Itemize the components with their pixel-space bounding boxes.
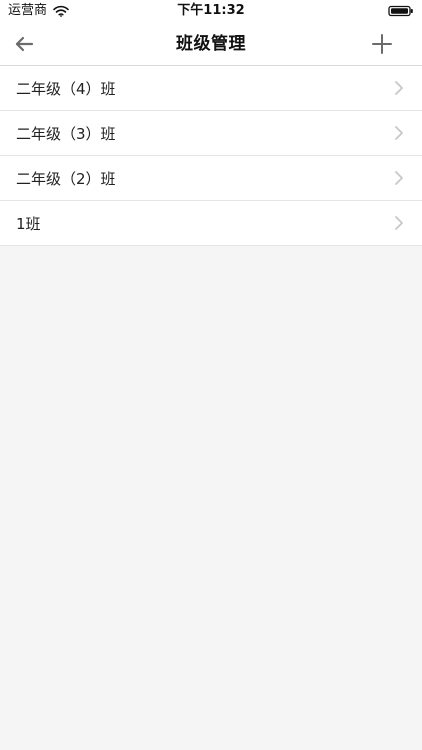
class-list-item[interactable]: 二年级（4）班 (0, 66, 422, 111)
status-left: 运营商 (8, 0, 88, 22)
battery-icon (388, 5, 414, 17)
carrier-label: 运营商 (8, 3, 48, 18)
class-list: 二年级（4）班 二年级（3）班 二年级（2）班 1班 (0, 66, 422, 246)
status-time: 下午11:32 (177, 3, 245, 18)
class-list-item[interactable]: 二年级（3）班 (0, 111, 422, 156)
chevron-right-icon (394, 215, 404, 231)
class-name-label: 二年级（2）班 (16, 169, 116, 188)
chevron-right-icon (394, 80, 404, 96)
class-name-label: 1班 (16, 214, 41, 233)
class-name-label: 二年级（3）班 (16, 124, 116, 143)
add-class-button[interactable] (366, 28, 398, 60)
navigation-bar: 班级管理 (0, 22, 422, 66)
screen: 运营商 下午11:32 班级管理 二年级（4）班 二年级（3）班 二年级（2）班… (0, 0, 422, 750)
status-bar: 运营商 下午11:32 (0, 0, 422, 22)
back-arrow-icon (12, 32, 36, 56)
wifi-icon (53, 5, 69, 17)
class-list-item[interactable]: 1班 (0, 201, 422, 246)
plus-icon (371, 33, 393, 55)
class-list-item[interactable]: 二年级（2）班 (0, 156, 422, 201)
back-button[interactable] (8, 28, 40, 60)
page-title: 班级管理 (176, 34, 246, 54)
class-name-label: 二年级（4）班 (16, 79, 116, 98)
chevron-right-icon (394, 125, 404, 141)
status-right (354, 5, 414, 17)
chevron-right-icon (394, 170, 404, 186)
